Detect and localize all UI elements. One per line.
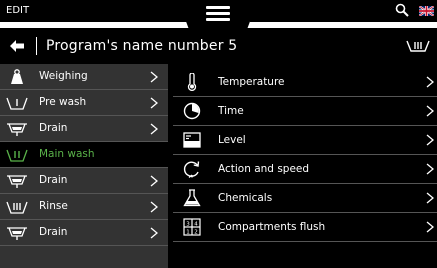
pre-wash-icon — [6, 97, 28, 110]
chevron-right-icon — [426, 192, 434, 204]
step-row-main-wash[interactable]: Main wash — [0, 142, 168, 168]
param-row-action-and-speed[interactable]: Action and speed — [173, 155, 437, 184]
search-icon[interactable] — [395, 3, 409, 17]
chevron-right-icon — [150, 227, 158, 239]
param-label: Time — [218, 105, 244, 117]
thermometer-icon — [187, 73, 197, 91]
program-type-icon — [406, 40, 430, 52]
chevron-right-icon — [150, 71, 158, 83]
level-icon — [183, 132, 201, 148]
program-title: Program's name number 5 — [46, 38, 238, 54]
chevron-right-icon — [150, 97, 158, 109]
param-label: Temperature — [218, 76, 285, 88]
param-row-compartments-flush[interactable]: 3 4 1 2 Compartments flush — [173, 213, 437, 242]
step-row-drain[interactable]: Drain — [0, 116, 168, 142]
title-divider — [36, 37, 37, 55]
step-row-weighing[interactable]: Weighing — [0, 64, 168, 90]
chevron-right-icon — [150, 175, 158, 187]
param-label: Compartments flush — [218, 221, 326, 233]
drain-icon — [7, 175, 27, 188]
param-label: Level — [218, 134, 246, 146]
svg-text:1: 1 — [186, 230, 190, 236]
top-bar: EDIT — [0, 0, 437, 30]
step-label: Rinse — [39, 200, 68, 212]
chevron-right-icon — [150, 201, 158, 213]
back-arrow-icon[interactable] — [9, 39, 25, 53]
param-row-time[interactable]: Time — [173, 97, 437, 126]
title-bar: Program's name number 5 — [0, 28, 437, 64]
program-steps-list: Weighing Pre wash Drain Main wash Drain … — [0, 64, 168, 268]
chevron-right-icon — [426, 221, 434, 233]
step-row-drain[interactable]: Drain — [0, 220, 168, 246]
step-label: Main wash — [39, 148, 95, 160]
rotation-icon — [183, 161, 200, 178]
step-label: Drain — [39, 226, 68, 238]
menu-icon[interactable] — [206, 6, 230, 22]
param-row-temperature[interactable]: Temperature — [173, 68, 437, 97]
clock-icon — [183, 102, 201, 120]
uk-flag-icon[interactable] — [419, 6, 434, 16]
chevron-right-icon — [150, 123, 158, 135]
step-label: Weighing — [39, 70, 88, 82]
step-label: Drain — [39, 174, 68, 186]
svg-text:2: 2 — [194, 230, 198, 236]
param-label: Action and speed — [218, 163, 310, 175]
rinse-icon — [6, 201, 28, 214]
step-label: Pre wash — [39, 96, 87, 108]
param-row-level[interactable]: Level — [173, 126, 437, 155]
flask-icon — [183, 189, 201, 207]
step-row-pre-wash[interactable]: Pre wash — [0, 90, 168, 116]
step-row-drain[interactable]: Drain — [0, 168, 168, 194]
weighing-icon — [11, 69, 23, 84]
step-label: Drain — [39, 122, 68, 134]
step-row-rinse[interactable]: Rinse — [0, 194, 168, 220]
svg-text:4: 4 — [194, 222, 198, 228]
svg-text:3: 3 — [186, 222, 190, 228]
chevron-right-icon — [426, 105, 434, 117]
chevron-right-icon — [426, 163, 434, 175]
drain-icon — [7, 123, 27, 136]
chevron-right-icon — [426, 134, 434, 146]
drain-icon — [7, 227, 27, 240]
chevron-right-icon — [426, 76, 434, 88]
main-wash-icon — [6, 149, 28, 162]
param-row-chemicals[interactable]: Chemicals — [173, 184, 437, 213]
compartments-icon: 3 4 1 2 — [183, 218, 201, 236]
param-label: Chemicals — [218, 192, 273, 204]
mode-label: EDIT — [0, 0, 200, 22]
